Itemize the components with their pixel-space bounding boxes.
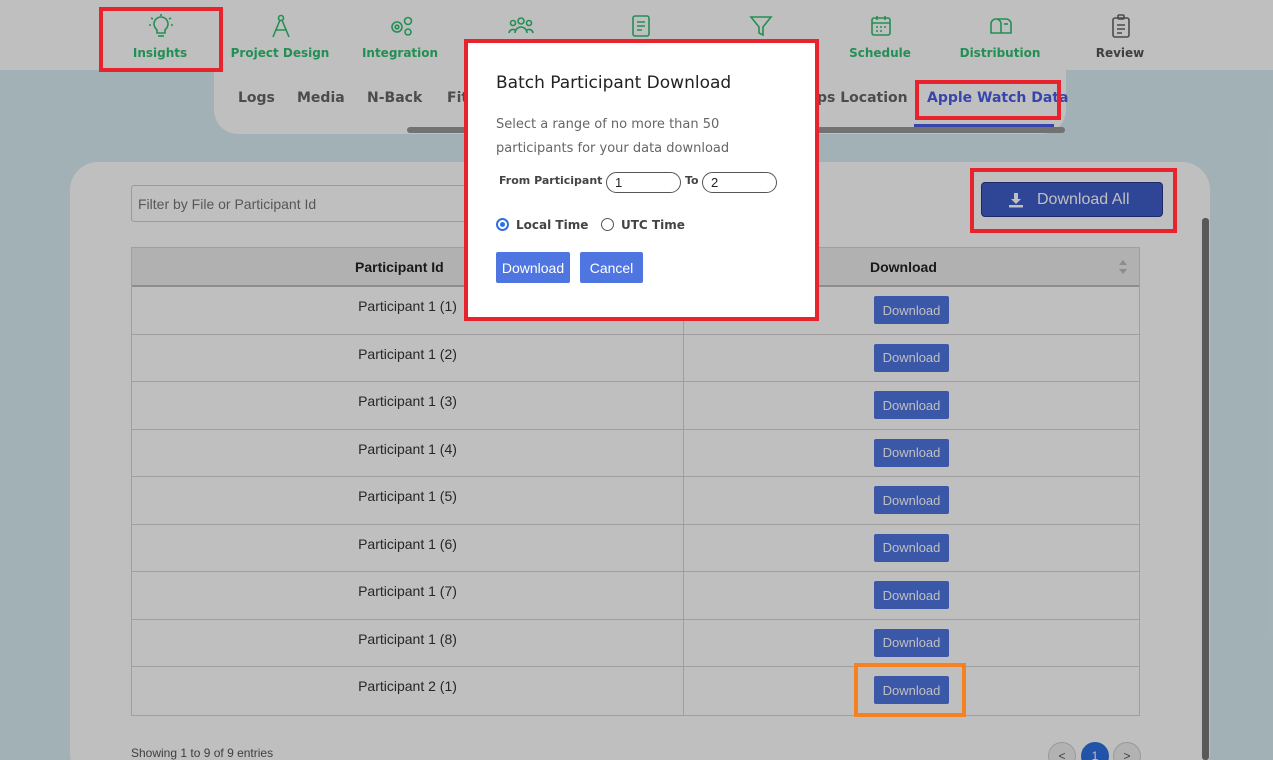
utc-time-label: UTC Time <box>621 218 685 232</box>
to-participant-label: To <box>685 174 699 187</box>
utc-time-radio[interactable] <box>601 218 614 231</box>
local-time-radio[interactable] <box>496 218 509 231</box>
modal-cancel-button[interactable]: Cancel <box>580 252 643 283</box>
modal-description: Select a range of no more than 50 partic… <box>496 117 730 156</box>
from-participant-input[interactable] <box>606 172 681 193</box>
modal-download-button[interactable]: Download <box>496 252 570 283</box>
to-participant-input[interactable] <box>702 172 777 193</box>
local-time-label: Local Time <box>516 218 589 232</box>
from-participant-label: From Participant <box>499 174 603 187</box>
batch-download-modal: Batch Participant Download Select a rang… <box>467 42 817 318</box>
modal-title: Batch Participant Download <box>496 73 732 93</box>
